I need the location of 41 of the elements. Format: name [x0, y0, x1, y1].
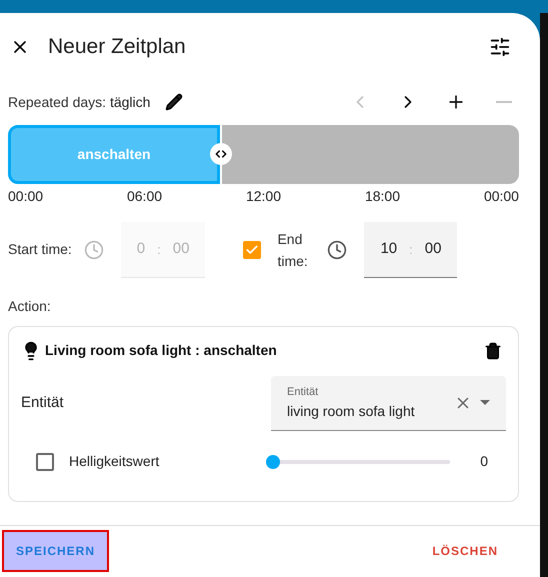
slider-thumb[interactable]	[266, 454, 280, 469]
edit-button[interactable]	[164, 92, 184, 112]
minus-icon	[496, 101, 512, 104]
pencil-icon	[165, 93, 184, 112]
time-tick: 00:00	[484, 186, 519, 206]
start-time-label: Start time:	[8, 240, 72, 260]
save-button[interactable]: SPEICHERN	[2, 530, 110, 572]
brightness-label: Helligkeitswert	[69, 452, 160, 472]
repeated-days-label: Repeated days: täglich	[8, 92, 150, 112]
dialog-title: Neuer Zeitplan	[48, 34, 186, 60]
brightness-value: 0	[480, 452, 488, 472]
dropdown-caret-icon	[480, 400, 490, 406]
delete-action-button[interactable]	[484, 342, 502, 360]
entity-field[interactable]: Entität living room sofa light	[271, 376, 506, 431]
minutes-value: 00	[424, 239, 442, 260]
brightness-checkbox[interactable]	[36, 452, 54, 471]
clock-icon	[327, 240, 348, 260]
end-time-label: End time:	[277, 230, 309, 271]
action-title: Living room sofa light : anschalten	[45, 341, 277, 360]
brightness-slider[interactable]	[266, 454, 450, 469]
end-time-checkbox[interactable]	[243, 240, 262, 259]
field-label: Entität	[287, 385, 320, 400]
segment-label: anschalten	[77, 144, 151, 164]
field-value: living room sofa light	[287, 402, 415, 421]
time-tick: 18:00	[364, 186, 400, 206]
hours-value: 10	[380, 239, 398, 260]
colon: :	[157, 240, 161, 259]
colon: :	[409, 240, 413, 259]
time-tick: 12:00	[246, 186, 282, 206]
delete-button[interactable]: LÖSCHEN	[420, 530, 510, 572]
settings-icon	[489, 36, 511, 58]
clock-icon	[84, 240, 104, 260]
check-icon	[245, 242, 260, 257]
hours-value: 0	[136, 239, 146, 260]
time-tick: 00:00	[8, 186, 44, 206]
entity-label: Entität	[21, 393, 64, 414]
time-field[interactable]: 10 : 00	[364, 222, 458, 278]
minutes-value: 00	[172, 239, 190, 260]
trash-icon	[484, 342, 502, 360]
time-tick: 06:00	[126, 186, 162, 206]
action-label: Action:	[7, 296, 52, 316]
